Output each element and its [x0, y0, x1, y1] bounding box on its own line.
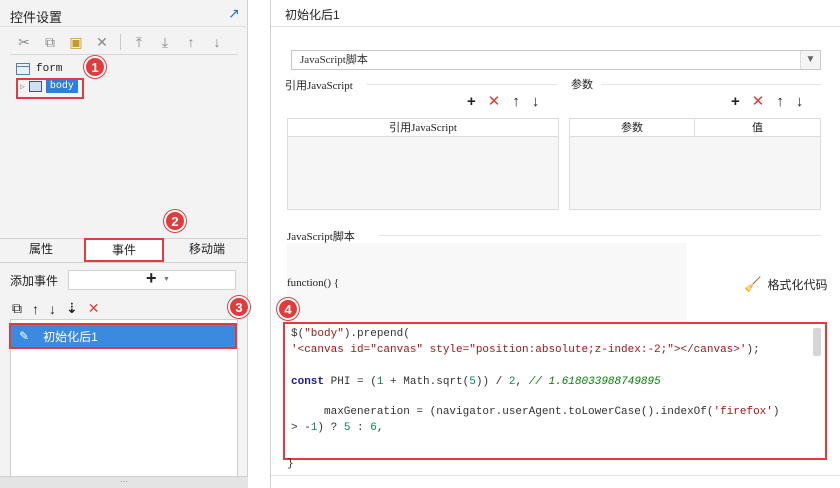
script-section-title: JavaScript脚本 [287, 231, 355, 243]
step-badge-3: 3 [228, 296, 250, 318]
function-close: } [287, 458, 294, 470]
add-icon[interactable]: + [731, 94, 740, 109]
tab-mobile[interactable]: 移动端 [174, 241, 240, 261]
divider [601, 84, 821, 85]
sort-icon[interactable]: ⇣ [66, 300, 78, 317]
column-header[interactable]: 参数 [570, 119, 695, 137]
editor-scrollbar[interactable] [813, 328, 821, 356]
form-icon [16, 63, 30, 75]
divider [271, 475, 840, 476]
format-code-button[interactable]: 🧹 格式化代码 [744, 276, 827, 293]
divider [379, 235, 821, 236]
resize-grip[interactable]: ⋯ [0, 476, 248, 488]
tree-node-body[interactable]: ▷ body [20, 80, 78, 93]
copy-icon[interactable]: ⧉ [40, 33, 60, 51]
divider [271, 26, 840, 27]
params-section-title: 参数 [571, 79, 593, 91]
params-table: 参数 值 [569, 118, 821, 210]
params-actions: + ✕ ↑ ↓ [731, 94, 804, 109]
highlight-box-3 [9, 323, 237, 349]
tab-events[interactable]: 事件 [84, 238, 164, 262]
ref-js-actions: + ✕ ↑ ↓ [467, 94, 540, 109]
move-up-icon[interactable]: ↑ [512, 94, 520, 109]
move-down-icon[interactable]: ↓ [207, 33, 227, 51]
add-icon[interactable]: + [467, 94, 476, 109]
add-event-label: 添加事件 [10, 274, 59, 288]
code-line: maxGeneration = (navigator.userAgent.toL… [291, 406, 780, 418]
code-line: > -1) ? 5 : 6, [291, 422, 384, 434]
broom-icon: 🧹 [744, 276, 762, 292]
column-header[interactable]: 值 [695, 119, 820, 137]
move-up-icon[interactable]: ↑ [776, 94, 784, 109]
add-event-plus-icon[interactable]: + [146, 268, 157, 289]
move-up-icon[interactable]: ↑ [181, 33, 201, 51]
step-badge-4: 4 [277, 298, 299, 320]
delete-icon[interactable]: ✕ [752, 94, 765, 109]
event-editor-panel: 初始化后1 JavaScript脚本 ▼ 引用JavaScript 参数 + ✕… [270, 0, 840, 488]
step-badge-1: 1 [84, 56, 106, 78]
component-toolbar: ✂ ⧉ ▣ ✕ ⤒ ⤓ ↑ ↓ [14, 32, 233, 52]
delete-event-icon[interactable]: ✕ [88, 300, 100, 317]
tree-node-label: form [36, 63, 63, 75]
move-top-icon[interactable]: ⤒ [129, 33, 149, 51]
dropdown-caret-icon[interactable]: ▼ [163, 276, 170, 283]
move-down-icon[interactable]: ↓ [532, 94, 540, 109]
function-header: function() { [287, 277, 340, 289]
body-icon [28, 81, 42, 92]
tree-node-form[interactable]: form [16, 63, 62, 75]
paste-icon[interactable]: ▣ [66, 33, 86, 51]
move-down-icon[interactable]: ↓ [796, 94, 804, 109]
collapse-arrow-icon[interactable]: ▷ [20, 82, 25, 92]
code-editor[interactable]: $("body").prepend( '<canvas id="canvas" … [283, 322, 827, 460]
move-bottom-icon[interactable]: ⤓ [155, 33, 175, 51]
divider [367, 84, 557, 85]
chevron-down-icon[interactable]: ▼ [800, 51, 820, 69]
ref-js-table: 引用JavaScript [287, 118, 559, 210]
tree-node-label: body [45, 80, 78, 93]
move-up-icon[interactable]: ↑ [32, 301, 39, 317]
code-line: '<canvas id="canvas" style="position:abs… [291, 344, 760, 356]
step-badge-2: 2 [164, 210, 186, 232]
event-toolbar: ⧉ ↑ ↓ ⇣ ✕ [12, 300, 99, 317]
copy-event-icon[interactable]: ⧉ [12, 300, 22, 317]
control-settings-panel: 控件设置 ↗ ✂ ⧉ ▣ ✕ ⤒ ⤓ ↑ ↓ form ▷ body 1 属性 … [0, 0, 250, 488]
column-header[interactable]: 引用JavaScript [288, 119, 558, 137]
format-code-label: 格式化代码 [767, 278, 828, 292]
expand-icon[interactable]: ↗ [228, 6, 242, 20]
delete-icon[interactable]: ✕ [488, 94, 501, 109]
move-down-icon[interactable]: ↓ [49, 301, 56, 317]
editor-title: 初始化后1 [285, 8, 340, 22]
delete-icon[interactable]: ✕ [92, 33, 112, 51]
toolbar-separator [120, 34, 121, 50]
code-line: $("body").prepend( [291, 328, 410, 340]
tab-properties[interactable]: 属性 [8, 241, 74, 261]
code-line: const PHI = (1 + Math.sqrt(5)) / 2, // 1… [291, 376, 661, 388]
cut-icon[interactable]: ✂ [14, 33, 34, 51]
code-gutter [287, 243, 687, 323]
panel-title: 控件设置 [10, 10, 63, 25]
ref-js-section-title: 引用JavaScript [285, 80, 353, 92]
divider [0, 262, 248, 263]
divider [10, 54, 238, 55]
divider [0, 26, 248, 27]
action-type-select[interactable]: JavaScript脚本 [291, 50, 821, 70]
